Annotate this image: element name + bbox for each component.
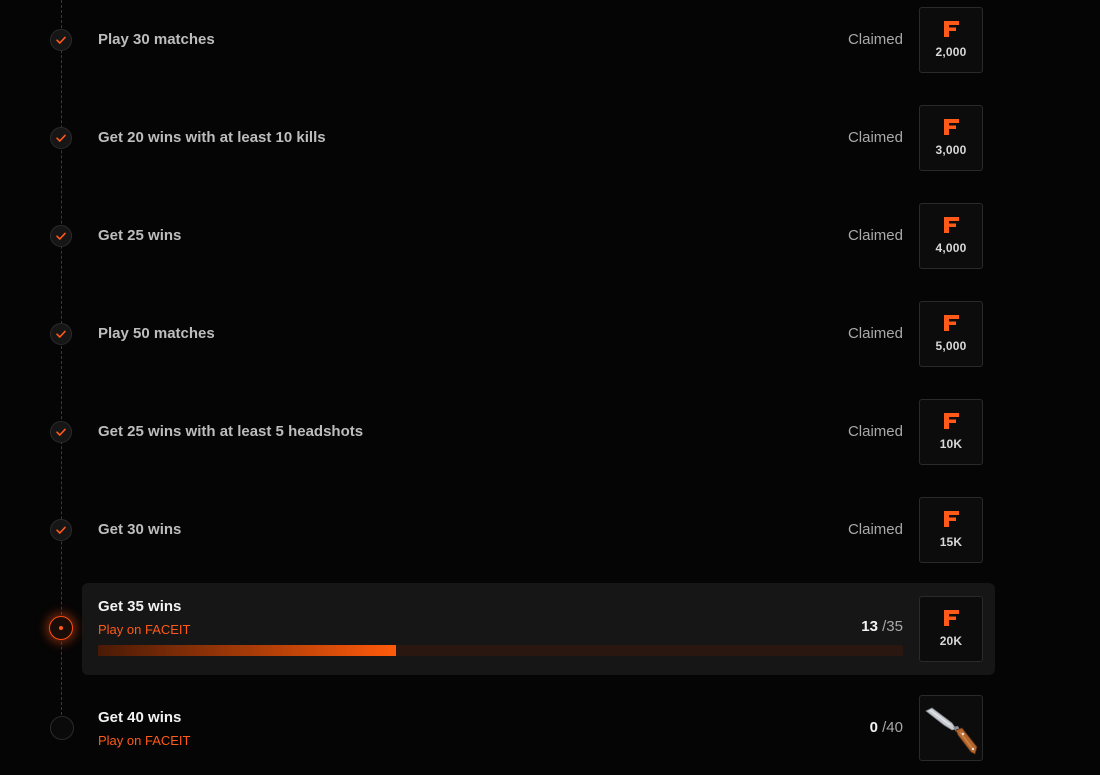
mission-reward[interactable]: 10K	[919, 399, 983, 465]
mission-reward[interactable]: 5,000	[919, 301, 983, 367]
check-icon	[56, 428, 66, 436]
mission-status: Claimed	[847, 129, 903, 146]
faceit-points-icon	[943, 413, 959, 429]
next-mission-title: Get 40 wins	[98, 709, 182, 726]
next-progress-total: /40	[882, 719, 903, 736]
mission-status: Claimed	[847, 423, 903, 440]
next-mission-progress-text: 0 /40	[870, 719, 903, 736]
mission-status: Claimed	[847, 31, 903, 48]
reward-amount: 15K	[939, 535, 963, 549]
mission-row: Play 30 matches Claimed 2,000	[0, 7, 1100, 73]
mission-reward[interactable]: 3,000	[919, 105, 983, 171]
faceit-points-icon	[943, 511, 959, 527]
active-node-icon	[49, 616, 73, 640]
pending-node-icon	[50, 716, 74, 740]
mission-status: Claimed	[847, 325, 903, 342]
active-progress-total: /35	[882, 618, 903, 635]
active-progress-current: 13	[861, 618, 878, 635]
active-mission-play-link[interactable]: Play on FACEIT	[98, 622, 190, 637]
active-mission-progress-text: 13 /35	[861, 618, 903, 635]
mission-reward[interactable]: 15K	[919, 497, 983, 563]
faceit-points-icon	[943, 119, 959, 135]
mission-title: Play 30 matches	[98, 31, 215, 48]
faceit-points-icon	[943, 21, 959, 37]
mission-row: Get 25 wins Claimed 4,000	[0, 203, 1100, 269]
check-icon	[56, 134, 66, 142]
mission-status: Claimed	[847, 227, 903, 244]
faceit-points-icon	[943, 610, 959, 626]
faceit-points-icon	[943, 217, 959, 233]
completed-node-icon	[50, 225, 72, 247]
completed-node-icon	[50, 127, 72, 149]
mission-row: Get 20 wins with at least 10 kills Claime…	[0, 105, 1100, 171]
mission-row: Get 25 wins with at least 5 headshots Cla…	[0, 399, 1100, 465]
mission-title: Get 25 wins	[98, 227, 182, 244]
reward-amount: 3,000	[935, 143, 967, 157]
knife-icon	[925, 707, 978, 755]
reward-amount: 20K	[939, 634, 963, 648]
mission-row: Play 50 matches Claimed 5,000	[0, 301, 1100, 367]
check-icon	[56, 232, 66, 240]
check-icon	[56, 526, 66, 534]
mission-title: Get 30 wins	[98, 521, 182, 538]
mission-status: Claimed	[847, 521, 903, 538]
mission-title: Play 50 matches	[98, 325, 215, 342]
completed-node-icon	[50, 519, 72, 541]
active-node-dot	[59, 626, 63, 630]
active-mission-title: Get 35 wins	[98, 598, 182, 615]
faceit-points-icon	[943, 315, 959, 331]
next-mission-play-link[interactable]: Play on FACEIT	[98, 733, 190, 748]
check-icon	[56, 330, 66, 338]
next-mission-reward[interactable]	[919, 695, 983, 761]
completed-node-icon	[50, 323, 72, 345]
completed-node-icon	[50, 29, 72, 51]
mission-row: Get 30 wins Claimed 15K	[0, 497, 1100, 563]
reward-amount: 10K	[939, 437, 963, 451]
mission-title: Get 25 wins with at least 5 headshots	[98, 423, 364, 440]
active-mission-progress-bar	[98, 645, 903, 656]
active-mission-reward[interactable]: 20K	[919, 596, 983, 662]
reward-amount: 4,000	[935, 241, 967, 255]
active-mission-panel	[82, 583, 995, 675]
mission-title: Get 20 wins with at least 10 kills	[98, 129, 326, 146]
check-icon	[56, 36, 66, 44]
mission-reward[interactable]: 4,000	[919, 203, 983, 269]
completed-node-icon	[50, 421, 72, 443]
reward-amount: 2,000	[935, 45, 967, 59]
active-mission-progress-fill	[98, 645, 396, 656]
next-progress-current: 0	[869, 719, 878, 736]
reward-amount: 5,000	[935, 339, 967, 353]
mission-reward[interactable]: 2,000	[919, 7, 983, 73]
